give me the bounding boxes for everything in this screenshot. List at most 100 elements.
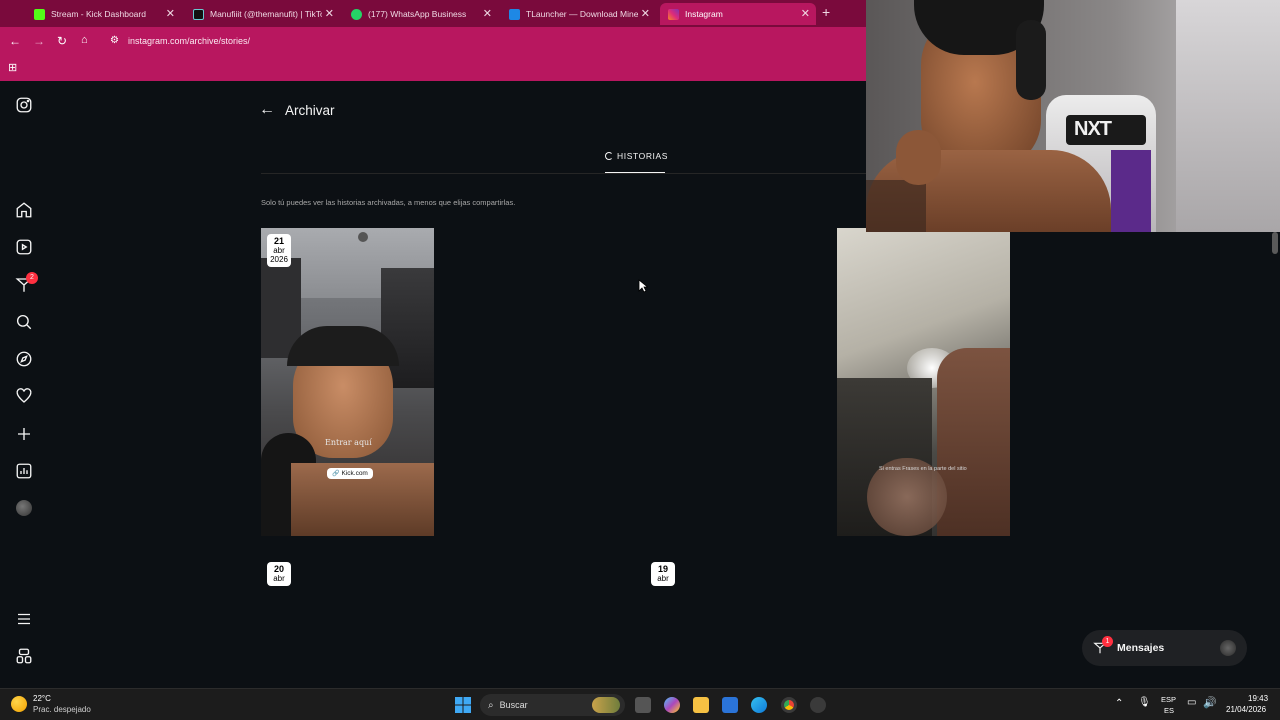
search-placeholder: Buscar [499, 700, 528, 710]
chair-logo: NXT [1074, 118, 1112, 140]
browser-tab-bar: Stream - Kick Dashboard ✕ Manufiiit (@th… [0, 0, 866, 27]
app-icon[interactable] [810, 697, 826, 713]
network-icon[interactable]: ▭ [1187, 697, 1196, 708]
notifications-icon[interactable] [14, 386, 34, 406]
address-bar[interactable]: instagram.com/archive/stories/ [128, 36, 250, 46]
tab-kick[interactable]: Stream - Kick Dashboard ✕ [26, 3, 181, 25]
webcam-overlay: NXT [866, 0, 1280, 232]
site-info-icon[interactable]: ⚙ [110, 35, 119, 46]
curtain [1176, 0, 1280, 232]
date-marker: 20 abr [267, 562, 291, 586]
ceiling-light [358, 232, 368, 242]
close-icon[interactable]: ✕ [166, 7, 175, 20]
weather-temp: 22°C [33, 694, 51, 703]
task-view-icon[interactable] [635, 697, 651, 713]
active-tab-indicator [605, 172, 665, 173]
notification-badge: 1 [1102, 636, 1113, 647]
close-icon[interactable]: ✕ [801, 7, 810, 20]
tab-label: TLauncher — Download Minecraft [526, 9, 638, 19]
taskbar-search[interactable]: ⌕ Buscar [480, 694, 625, 716]
language-bottom[interactable]: ES [1164, 706, 1174, 715]
clock-date[interactable]: 21/04/2026 [1226, 705, 1266, 714]
story-thumbnail[interactable]: Entrar aquí 🔗 Kick.com [261, 228, 434, 536]
back-arrow-icon[interactable]: ← [259, 101, 275, 119]
microsoft-store-icon[interactable] [722, 697, 738, 713]
page-title: Archivar [285, 103, 335, 118]
tab-whatsapp[interactable]: (177) WhatsApp Business ✕ [343, 3, 498, 25]
volume-icon[interactable]: 🔊 [1203, 696, 1217, 709]
tab-tiktok[interactable]: Manufiiit (@themanufit) | TikTok ✕ [185, 3, 340, 25]
home-icon[interactable] [14, 200, 34, 220]
microphone-icon[interactable]: 🎙 [1138, 697, 1151, 708]
instagram-logo-icon[interactable] [14, 95, 34, 115]
notification-badge: 2 [26, 272, 38, 284]
kick-icon [34, 8, 45, 20]
more-menu-icon[interactable] [14, 609, 34, 629]
profile-avatar[interactable] [14, 498, 34, 518]
tattoo [866, 180, 926, 232]
file-explorer-icon[interactable] [693, 697, 709, 713]
story-date-badge: 21 abr 2026 [267, 234, 291, 267]
story-overlay-text: Entrar aquí [325, 438, 372, 447]
whatsapp-icon [351, 8, 362, 20]
chevron-up-icon[interactable]: ⌃ [1115, 698, 1123, 709]
avatar [1220, 640, 1236, 656]
messages-bar[interactable]: 1 Mensajes [1082, 630, 1247, 666]
loading-spinner-icon [605, 152, 613, 160]
new-tab-button[interactable]: + [822, 4, 830, 20]
person-body [937, 348, 1010, 536]
close-icon[interactable]: ✕ [641, 7, 650, 20]
tab-label: HISTORIAS [617, 151, 669, 161]
tab-label: (177) WhatsApp Business [368, 9, 467, 19]
tab-instagram[interactable]: Instagram ✕ [660, 3, 816, 25]
dashboard-icon[interactable] [14, 461, 34, 481]
edge-icon[interactable] [751, 697, 767, 713]
back-icon[interactable]: ← [9, 34, 21, 48]
close-icon[interactable]: ✕ [325, 7, 334, 20]
reels-icon[interactable] [14, 237, 34, 257]
messages-icon[interactable]: 2 [14, 272, 38, 295]
weather-desc: Prac. despejado [33, 705, 91, 714]
tlauncher-icon [509, 8, 520, 20]
browser-toolbar: ← → ↻ ⌂ ⚙ instagram.com/archive/stories/ [0, 27, 866, 56]
search-icon: ⌕ [488, 699, 494, 711]
close-icon[interactable]: ✕ [483, 7, 492, 20]
headphones [1016, 20, 1046, 100]
search-icon[interactable] [14, 312, 34, 332]
story-thumbnail[interactable]: Si entras Frases en la parte del sitio [837, 228, 1010, 536]
tab-label: Instagram [685, 9, 723, 19]
tiktok-icon [193, 8, 204, 20]
link-sticker[interactable]: 🔗 Kick.com [327, 468, 373, 479]
create-icon[interactable] [14, 424, 34, 444]
home-icon[interactable]: ⌂ [81, 34, 88, 46]
weather-icon[interactable] [11, 696, 27, 712]
mouse-cursor-icon [638, 279, 648, 293]
instagram-icon [668, 8, 679, 20]
date-marker: 19 abr [651, 562, 675, 586]
apps-grid-icon[interactable]: ⊞ [8, 61, 17, 74]
divider [261, 173, 866, 174]
copilot-icon[interactable] [664, 697, 680, 713]
forward-icon[interactable]: → [33, 34, 45, 48]
story-caption: Si entras Frases en la parte del sitio [879, 466, 967, 472]
windows-taskbar: 22°C Prac. despejado ⌕ Buscar ⌃ 🎙 ESP ES… [0, 688, 1280, 720]
messages-label: Mensajes [1117, 642, 1165, 654]
chair-accent [1111, 150, 1151, 232]
also-from-meta-icon[interactable] [14, 646, 34, 666]
tab-tlauncher[interactable]: TLauncher — Download Minecraft ✕ [501, 3, 656, 25]
scrollbar[interactable] [1272, 232, 1278, 254]
link-icon: 🔗 [332, 471, 340, 477]
reload-icon[interactable]: ↻ [57, 34, 67, 48]
search-highlight-icon [592, 697, 620, 713]
bookmarks-bar: ⊞ [0, 56, 866, 81]
clock-time[interactable]: 19:43 [1248, 694, 1268, 703]
explore-icon[interactable] [14, 349, 34, 369]
archive-info-text: Solo tú puedes ver las historias archiva… [261, 198, 516, 207]
tab-label: Manufiiit (@themanufit) | TikTok [210, 9, 322, 19]
streamer-hand [896, 130, 941, 185]
chrome-icon[interactable] [781, 697, 797, 713]
tab-historias[interactable]: HISTORIAS [605, 151, 668, 161]
tab-label: Stream - Kick Dashboard [51, 9, 146, 19]
language-top[interactable]: ESP [1161, 695, 1176, 704]
windows-start-icon[interactable] [455, 697, 471, 713]
